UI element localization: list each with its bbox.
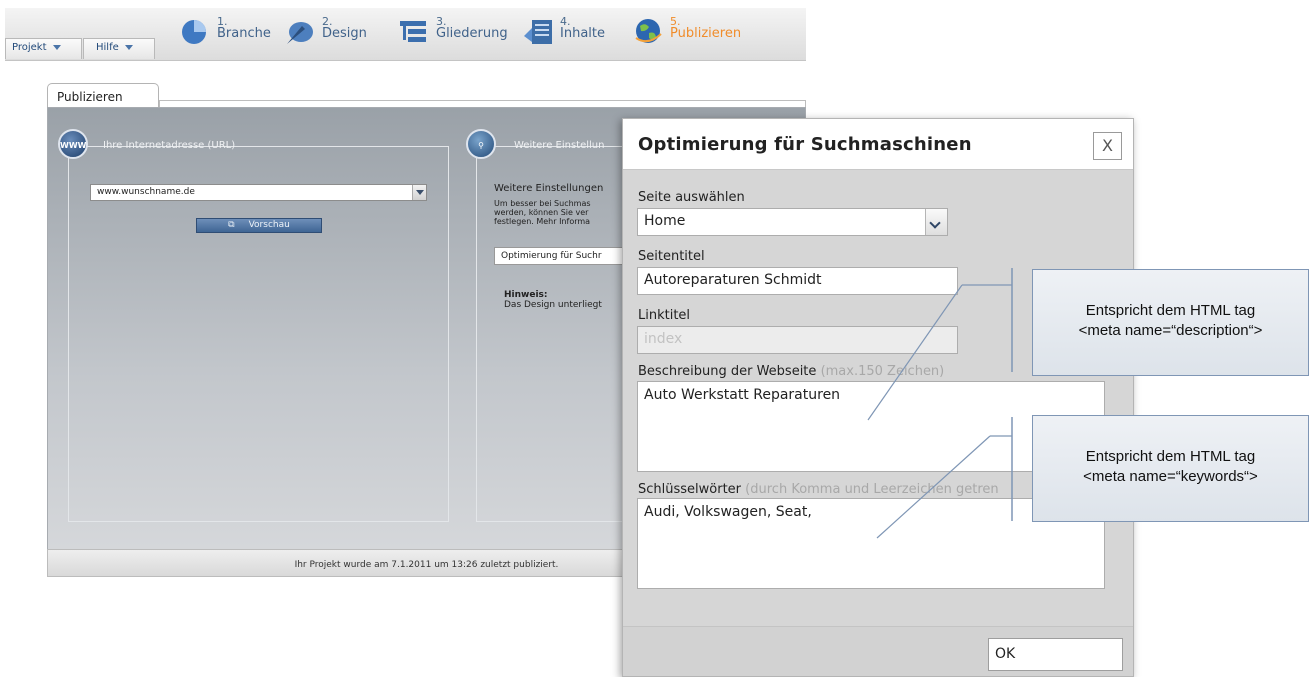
settings-desc-line: Um besser bei Suchmas: [494, 199, 591, 208]
url-select[interactable]: www.wunschname.de: [90, 184, 427, 201]
dialog-title: Optimierung für Suchmaschinen: [638, 134, 972, 155]
seo-dialog: Optimierung für Suchmaschinen X Seite au…: [622, 118, 1134, 677]
hint-text: Das Design unterliegt: [504, 300, 602, 310]
description-callout: Entspricht dem HTML tag <meta name=“desc…: [1032, 269, 1309, 376]
preview-button-label: Vorschau: [248, 220, 290, 230]
page-title-label: Seitentitel: [638, 249, 705, 264]
link-title-input[interactable]: index: [637, 326, 958, 354]
callout-line2: <meta name=“keywords“>: [1083, 468, 1258, 485]
description-label: Beschreibung der Webseite (max.150 Zeich…: [638, 364, 944, 379]
tab-publizieren[interactable]: Publizieren: [47, 83, 159, 107]
step-gliederung[interactable]: 3. Gliederung: [398, 16, 508, 50]
ok-button[interactable]: OK: [988, 638, 1123, 671]
link-title-label: Linktitel: [638, 308, 691, 323]
step-publizieren[interactable]: 5. Publizieren: [632, 16, 741, 50]
keywords-hint: (durch Komma und Leerzeichen getren: [745, 482, 999, 497]
step-design[interactable]: 2. Design: [284, 16, 367, 50]
dialog-body: Seite auswählen Home Seitentitel Autorep…: [623, 171, 1133, 626]
description-label-text: Beschreibung der Webseite: [638, 364, 817, 379]
url-select-value: www.wunschname.de: [97, 187, 195, 197]
status-text: Ihr Projekt wurde am 7.1.2011 um 13:26 z…: [294, 560, 559, 570]
tree-structure-icon: [400, 21, 426, 42]
step-branche[interactable]: 1. Branche: [179, 16, 271, 50]
dialog-header: Optimierung für Suchmaschinen X: [623, 119, 1133, 170]
keywords-label: Schlüsselwörter (durch Komma und Leerzei…: [638, 482, 999, 497]
keywords-callout: Entspricht dem HTML tag <meta name=“keyw…: [1032, 415, 1309, 522]
settings-desc-line: festlegen. Mehr Informa: [494, 217, 591, 226]
brush-icon: [287, 22, 313, 44]
page-select-value: Home: [644, 213, 686, 229]
external-link-icon: ⧉: [228, 220, 235, 230]
chevron-down-icon: [124, 44, 133, 50]
callout-line2: <meta name=“description“>: [1078, 322, 1263, 339]
chevron-down-icon: [925, 209, 947, 235]
hilfe-menu-label: Hilfe: [96, 42, 119, 53]
step-label: Design: [322, 26, 367, 41]
projekt-menu[interactable]: Projekt: [5, 38, 82, 59]
preview-button[interactable]: ⧉ Vorschau: [196, 218, 322, 233]
projekt-menu-label: Projekt: [12, 42, 47, 53]
settings-heading: Weitere Einstellungen: [494, 183, 604, 194]
step-label: Inhalte: [560, 26, 605, 41]
settings-fieldset-title: Weitere Einstellun: [514, 140, 605, 151]
close-button[interactable]: X: [1093, 132, 1122, 160]
callout-line1: Entspricht dem HTML tag: [1085, 448, 1256, 465]
hint-label: Hinweis:: [504, 290, 548, 300]
dialog-footer: OK: [623, 626, 1133, 676]
www-icon: WWW: [58, 129, 88, 159]
globe-icon: [635, 19, 662, 43]
step-inhalte[interactable]: 4. Inhalte: [522, 16, 605, 50]
settings-desc-line: werden, können Sie ver: [494, 208, 589, 217]
content-blocks-icon: [524, 20, 552, 44]
url-fieldset: [68, 146, 449, 522]
page-select-label: Seite auswählen: [638, 190, 745, 205]
chevron-down-icon: [52, 44, 61, 50]
description-hint: (max.150 Zeichen): [820, 364, 945, 379]
hilfe-menu[interactable]: Hilfe: [83, 38, 155, 59]
keywords-label-text: Schlüsselwörter: [638, 482, 742, 497]
page-title-input[interactable]: Autoreparaturen Schmidt: [637, 267, 958, 295]
callout-line1: Entspricht dem HTML tag: [1085, 302, 1256, 319]
url-fieldset-title: Ihre Internetadresse (URL): [103, 140, 236, 151]
magnifier-icon: ⚲: [466, 129, 496, 159]
step-label: Branche: [217, 26, 271, 41]
chevron-down-icon: [412, 185, 426, 200]
step-label: Gliederung: [436, 26, 508, 41]
pie-chart-icon: [182, 20, 206, 44]
step-label: Publizieren: [670, 26, 742, 41]
page-select[interactable]: Home: [637, 208, 948, 236]
seo-button[interactable]: Optimierung für Suchr: [494, 247, 624, 265]
